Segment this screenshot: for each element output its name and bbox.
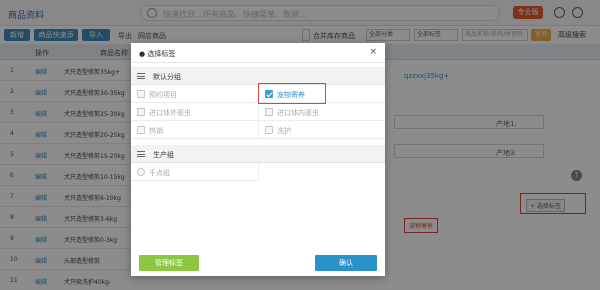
manage-tags-button[interactable]: 管理标签 bbox=[139, 255, 199, 271]
checkbox[interactable] bbox=[265, 126, 273, 134]
dialog-header: ● 选择标签 × bbox=[131, 43, 385, 63]
tag-label: 进口体内驱虫 bbox=[277, 109, 319, 117]
dialog-title: ● 选择标签 bbox=[139, 50, 176, 58]
menu-icon bbox=[137, 73, 145, 79]
tag-label: 预约项目 bbox=[149, 91, 177, 99]
group-label: 生产组 bbox=[153, 151, 174, 159]
checkbox[interactable] bbox=[137, 108, 145, 116]
radio[interactable] bbox=[137, 168, 145, 176]
select-tag-dialog: ● 选择标签 × 默认分组 预约项目 宠物寄养 进口体外驱虫 进口体内驱虫 热销… bbox=[131, 43, 385, 276]
tag-option[interactable]: 预约项目 bbox=[131, 86, 258, 103]
checkbox[interactable] bbox=[137, 90, 145, 98]
tag-option[interactable]: 进口体外驱虫 bbox=[131, 104, 258, 121]
tag-label: 热销 bbox=[149, 127, 163, 135]
tag-option[interactable]: 洗护 bbox=[259, 122, 385, 139]
tag-label: 进口体外驱虫 bbox=[149, 109, 191, 117]
menu-icon bbox=[137, 151, 145, 157]
tag-label: 千点组 bbox=[149, 169, 170, 177]
selected-tag-highlight bbox=[258, 83, 326, 104]
tag-group-production: 生产组 bbox=[131, 145, 385, 163]
confirm-button[interactable]: 确认 bbox=[315, 255, 377, 271]
column-divider bbox=[258, 163, 259, 181]
checkbox[interactable] bbox=[137, 126, 145, 134]
tag-option[interactable]: 进口体内驱虫 bbox=[259, 104, 385, 121]
group-label: 默认分组 bbox=[153, 73, 181, 81]
checkbox[interactable] bbox=[265, 108, 273, 116]
tag-option[interactable]: 热销 bbox=[131, 122, 258, 139]
tag-label: 洗护 bbox=[277, 127, 291, 135]
close-icon[interactable]: × bbox=[369, 47, 377, 57]
tag-option[interactable]: 千点组 bbox=[131, 164, 258, 181]
